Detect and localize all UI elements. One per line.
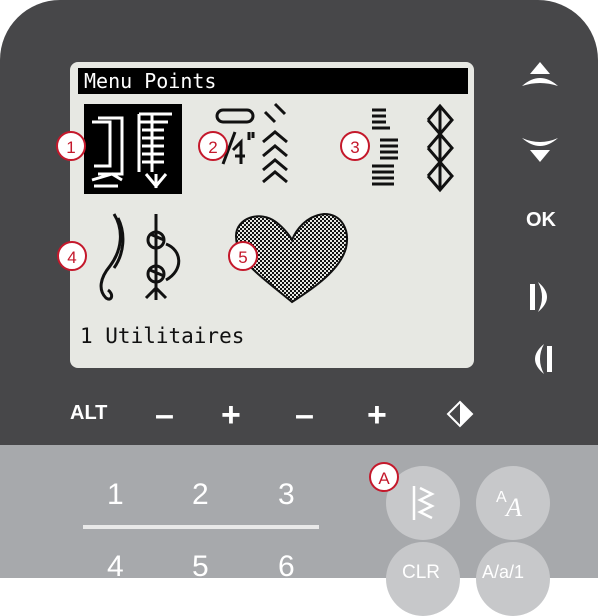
callout-marker-3: 3 bbox=[340, 131, 370, 161]
scroll-down-button[interactable] bbox=[520, 132, 560, 170]
decorative-stitch-icon bbox=[99, 213, 181, 301]
callout-marker-1: 1 bbox=[56, 131, 86, 161]
keypad-key-2[interactable]: 2 bbox=[192, 478, 209, 512]
scroll-up-button[interactable] bbox=[520, 58, 560, 96]
keypad-divider bbox=[83, 525, 319, 529]
category-name: 1 Utilitaires bbox=[80, 324, 245, 348]
callout-marker-2: 2 bbox=[198, 131, 228, 161]
mirror-button[interactable] bbox=[446, 400, 474, 432]
step-right-icon bbox=[530, 282, 547, 312]
mirror-icon bbox=[446, 400, 474, 428]
ok-button[interactable]: OK bbox=[526, 209, 556, 232]
clear-button[interactable]: CLR bbox=[386, 542, 460, 616]
alt-button[interactable]: ALT bbox=[70, 402, 107, 425]
callout-marker-4: 4 bbox=[57, 241, 87, 271]
category-decorative-stitches[interactable] bbox=[84, 210, 194, 306]
stitch-width-plus-button[interactable]: + bbox=[221, 398, 241, 432]
keypad-key-5[interactable]: 5 bbox=[192, 550, 209, 584]
utility-stitch-icon bbox=[91, 112, 172, 189]
font-menu-button[interactable]: A A bbox=[476, 466, 550, 540]
keypad-key-4[interactable]: 4 bbox=[107, 550, 124, 584]
keypad-key-3[interactable]: 3 bbox=[278, 478, 295, 512]
case-toggle-button[interactable]: A/a/1 bbox=[476, 542, 550, 616]
category-utility-stitches[interactable] bbox=[84, 104, 182, 194]
case-toggle-label: A/a/1 bbox=[482, 562, 525, 582]
stitch-length-minus-button[interactable]: – bbox=[295, 398, 314, 432]
keypad-key-6[interactable]: 6 bbox=[278, 550, 295, 584]
stitch-width-minus-button[interactable]: – bbox=[155, 398, 174, 432]
scroll-down-icon bbox=[522, 138, 558, 162]
step-left-icon bbox=[535, 344, 552, 374]
step-right-button[interactable] bbox=[528, 280, 556, 318]
callout-marker-a: A bbox=[369, 462, 399, 492]
lcd-screen: Menu Points 1 Utilitaires bbox=[70, 62, 474, 368]
scroll-up-icon bbox=[522, 62, 558, 86]
clear-button-label: CLR bbox=[402, 562, 441, 583]
stitch-length-plus-button[interactable]: + bbox=[367, 398, 387, 432]
step-left-button[interactable] bbox=[526, 342, 554, 380]
callout-marker-5: 5 bbox=[228, 241, 258, 271]
font-menu-icon: A A bbox=[496, 489, 522, 522]
menu-title: Menu Points bbox=[78, 68, 468, 94]
svg-text:A: A bbox=[504, 493, 522, 522]
keypad-key-1[interactable]: 1 bbox=[107, 478, 124, 512]
